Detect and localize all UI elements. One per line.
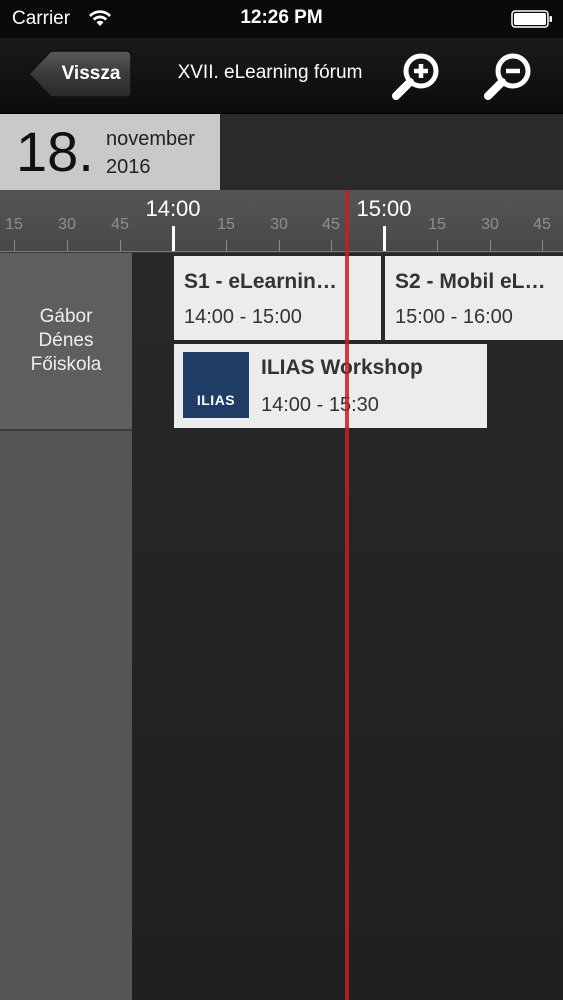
room-name-line: Dénes (38, 330, 94, 351)
event-time: 14:00 - 15:30 (261, 394, 379, 416)
event-time: 14:00 - 15:00 (184, 306, 302, 328)
tick-label: 30 (481, 216, 499, 233)
event-title: S2 - Mobil eL… (395, 270, 546, 293)
zoom-out-icon[interactable] (480, 50, 536, 106)
room-name-line: Gábor (39, 306, 93, 327)
date-year: 2016 (106, 156, 151, 178)
status-bar: Carrier 12:26 PM (0, 0, 563, 38)
tick-label: 45 (533, 216, 551, 233)
tick-label: 15 (217, 216, 235, 233)
room-name: Gábor Dénes Főiskola (0, 305, 132, 377)
event-title: S1 - eLearnin… (184, 270, 337, 293)
tick-label: 45 (111, 216, 129, 233)
event-card[interactable]: S1 - eLearnin… 14:00 - 15:00 (174, 256, 381, 340)
current-time-indicator (345, 190, 349, 1000)
tick-hour-label: 15:00 (356, 196, 412, 221)
tick-hour-label: 14:00 (145, 196, 201, 221)
tick-label: 15 (428, 216, 446, 233)
back-button-label: Vissza (61, 63, 121, 84)
status-time: 12:26 PM (240, 7, 323, 28)
tick-label: 30 (270, 216, 288, 233)
page-title: XVII. eLearning fórum (177, 62, 363, 83)
battery-icon (511, 10, 552, 28)
ruler-baseline (0, 251, 563, 252)
ilias-logo: ILIAS (183, 352, 249, 418)
tick-label: 30 (58, 216, 76, 233)
event-time: 15:00 - 16:00 (395, 306, 513, 328)
room-name-line: Főiskola (30, 354, 102, 375)
tick-label: 15 (5, 216, 23, 233)
tick-mark-hour (172, 226, 175, 252)
screen: Carrier 12:26 PM Vissza XVII. eLearning … (0, 0, 563, 1000)
date-header: 18. november 2016 (0, 114, 220, 190)
timeline-ruler[interactable]: 15 30 45 14:00 15 30 45 15:00 15 30 45 (0, 190, 563, 253)
room-column: Gábor Dénes Főiskola (0, 253, 132, 1000)
event-title: ILIAS Workshop (261, 356, 423, 379)
tick-mark-hour (383, 226, 386, 252)
ilias-logo-text: ILIAS (196, 392, 236, 408)
room-cell[interactable]: Gábor Dénes Főiskola (0, 253, 132, 431)
date-month: november (106, 128, 195, 150)
zoom-in-icon[interactable] (388, 50, 444, 106)
date-day: 18. (16, 120, 94, 183)
event-card[interactable]: ILIAS ILIAS Workshop 14:00 - 15:30 (174, 344, 487, 428)
event-card[interactable]: S2 - Mobil eL… 15:00 - 16:00 (385, 256, 563, 340)
tick-label: 45 (322, 216, 340, 233)
back-button[interactable]: Vissza (28, 50, 132, 98)
navigation-bar: Vissza XVII. eLearning fórum (0, 38, 563, 114)
